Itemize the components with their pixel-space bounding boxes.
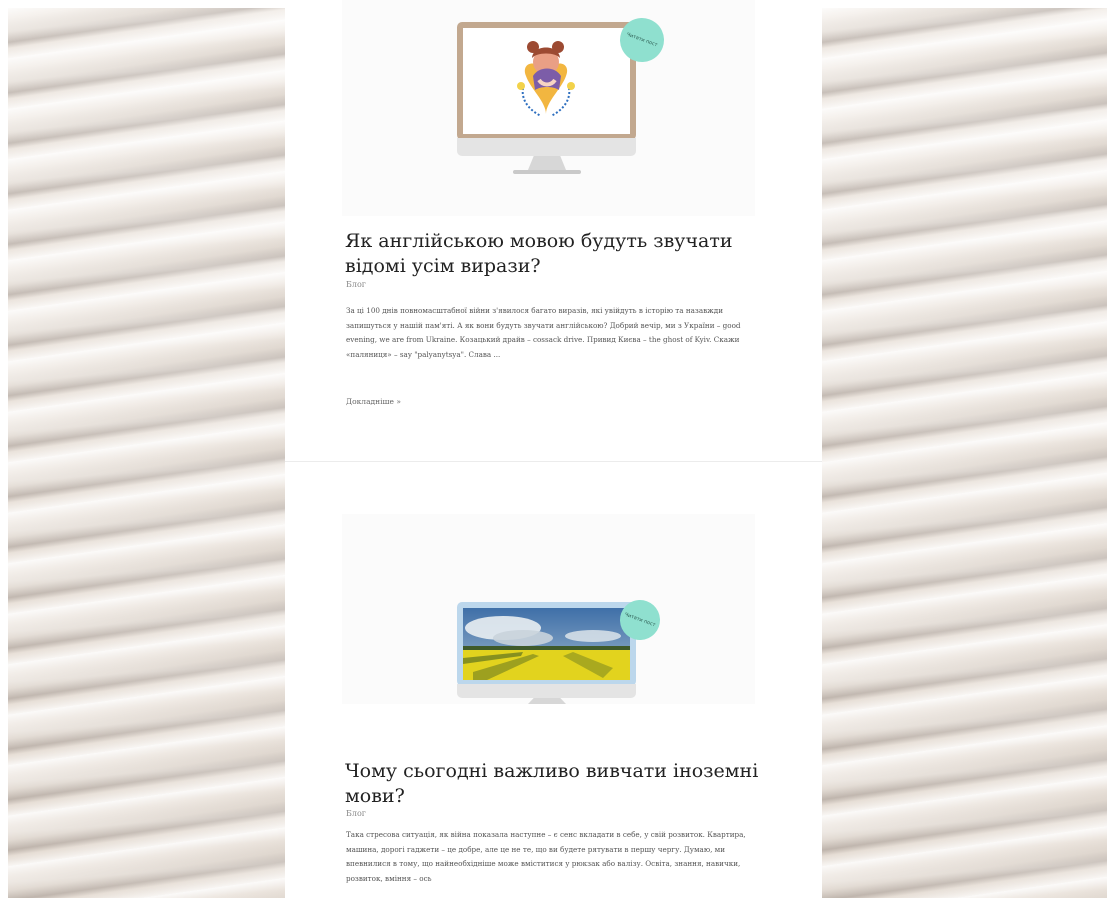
post-thumbnail[interactable]: Читати пост (342, 0, 755, 216)
blog-post-list: Читати пост Як англійською мовою будуть … (285, 0, 822, 898)
sunflower-field-photo-icon (463, 608, 630, 680)
monitor-chin (457, 684, 636, 698)
blog-post: Читати пост Як англійською мовою будуть … (285, 0, 822, 461)
monitor-chin (457, 138, 636, 156)
monitor-base (513, 170, 581, 174)
blog-post: Читати пост Чому сьогодні важливо вивчат… (285, 462, 822, 898)
monitor-stand (528, 156, 566, 170)
post-thumbnail[interactable]: Читати пост (342, 514, 755, 704)
monitor-screen (463, 28, 630, 134)
decorative-wave-background-right (822, 8, 1107, 898)
woman-hugging-heart-icon (517, 41, 575, 117)
post-category-link[interactable]: Блог (346, 809, 366, 818)
monitor-illustration (457, 22, 636, 140)
decorative-wave-background-left (8, 8, 285, 898)
monitor-stand (528, 698, 566, 704)
read-more-link[interactable]: Докладніше » (346, 397, 401, 406)
post-title[interactable]: Чому сьогодні важливо вивчати іноземні м… (345, 759, 765, 809)
post-title[interactable]: Як англійською мовою будуть звучати відо… (345, 229, 765, 279)
monitor-screen (463, 608, 630, 680)
post-excerpt: Така стресова ситуація, як війна показал… (346, 830, 746, 883)
post-category-link[interactable]: Блог (346, 280, 366, 289)
post-excerpt: За ці 100 днів повномасштабної війни з'я… (346, 306, 741, 359)
monitor-illustration (457, 602, 636, 686)
